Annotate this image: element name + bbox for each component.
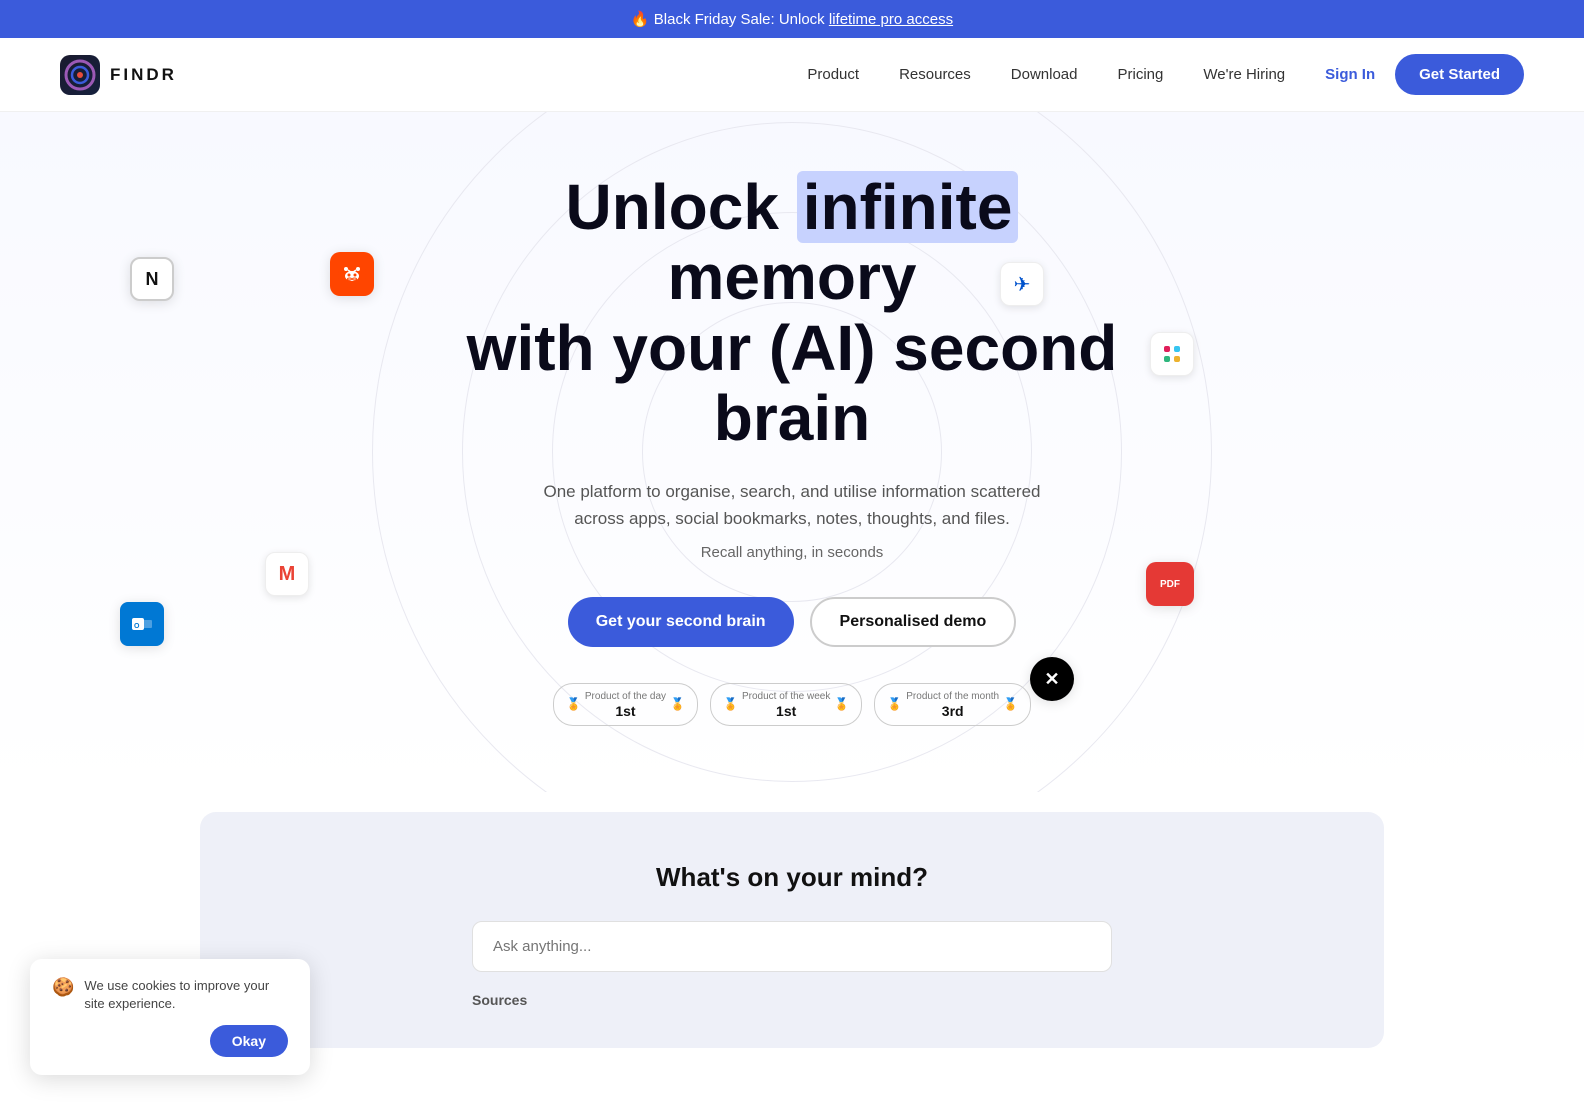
search-input[interactable] (472, 921, 1112, 972)
second-section: What's on your mind? Sources (200, 812, 1384, 1048)
award-month-rank: 3rd (906, 703, 999, 719)
award-week-rank: 1st (742, 703, 830, 719)
award-month-left-laurel: 🏅 (887, 697, 902, 711)
award-day-label: Product of the day (585, 690, 666, 703)
cookie-text-row: 🍪 We use cookies to improve your site ex… (52, 977, 288, 1013)
nav-item-resources[interactable]: Resources (899, 66, 971, 83)
nav-item-download[interactable]: Download (1011, 66, 1078, 83)
gmail-icon: M (265, 552, 309, 596)
banner-emoji: 🔥 (631, 11, 650, 28)
svg-text:O: O (134, 623, 140, 630)
award-week-label: Product of the week (742, 690, 830, 703)
hero-title-part1: Unlock (566, 171, 797, 243)
logo-text: FINDR (110, 65, 177, 85)
award-month-right-laurel: 🏅 (1003, 697, 1018, 711)
hero-title: Unlock infinite memory with your (AI) se… (442, 172, 1142, 454)
hero-section: N ✈ M O ✕ PDF Unlock infinite memory wit… (0, 112, 1584, 792)
hero-title-highlight: infinite (797, 171, 1019, 243)
cookie-text: We use cookies to improve your site expe… (84, 977, 288, 1013)
nav-actions: Sign In Get Started (1325, 54, 1524, 95)
award-month: 🏅 Product of the month 3rd 🏅 (874, 683, 1031, 726)
award-day: 🏅 Product of the day 1st 🏅 (553, 683, 698, 726)
cookie-emoji: 🍪 (52, 977, 74, 998)
logo[interactable]: FINDR (60, 55, 177, 95)
nav-links: Product Resources Download Pricing We're… (807, 66, 1285, 84)
sources-label: Sources (472, 992, 1112, 1008)
nav-item-product[interactable]: Product (807, 66, 859, 83)
outlook-icon: O (120, 602, 164, 646)
hero-content: Unlock infinite memory with your (AI) se… (442, 172, 1142, 726)
cookie-banner: 🍪 We use cookies to improve your site ex… (30, 959, 310, 1075)
cookie-okay-button[interactable]: Okay (210, 1025, 288, 1057)
nav-item-pricing[interactable]: Pricing (1118, 66, 1164, 83)
award-day-right-laurel: 🏅 (670, 697, 685, 711)
hero-subtitle: One platform to organise, search, and ut… (532, 478, 1052, 532)
award-week-right-laurel: 🏅 (834, 697, 849, 711)
notion-icon: N (130, 257, 174, 301)
award-month-label: Product of the month (906, 690, 999, 703)
logo-icon (60, 55, 100, 95)
sign-in-button[interactable]: Sign In (1325, 66, 1375, 83)
navbar: FINDR Product Resources Download Pricing… (0, 38, 1584, 112)
hero-title-line2: with your (AI) second brain (467, 312, 1118, 454)
slack-icon (1150, 332, 1194, 376)
banner-text: Black Friday Sale: Unlock (654, 11, 829, 28)
nav-item-hiring[interactable]: We're Hiring (1203, 66, 1285, 83)
hero-recall: Recall anything, in seconds (442, 544, 1142, 561)
award-day-rank: 1st (585, 703, 666, 719)
second-section-title: What's on your mind? (260, 862, 1324, 893)
award-week-left-laurel: 🏅 (723, 697, 738, 711)
award-day-left-laurel: 🏅 (566, 697, 581, 711)
reddit-icon (330, 252, 374, 296)
hero-buttons: Get your second brain Personalised demo (442, 597, 1142, 647)
banner-link[interactable]: lifetime pro access (829, 11, 953, 28)
get-started-button[interactable]: Get Started (1395, 54, 1524, 95)
award-week: 🏅 Product of the week 1st 🏅 (710, 683, 862, 726)
hero-title-part2: memory (668, 241, 917, 313)
top-banner: 🔥 Black Friday Sale: Unlock lifetime pro… (0, 0, 1584, 38)
pdf-icon: PDF (1146, 562, 1194, 606)
awards-row: 🏅 Product of the day 1st 🏅 🏅 Product of … (442, 683, 1142, 726)
personalised-demo-button[interactable]: Personalised demo (810, 597, 1017, 647)
get-second-brain-button[interactable]: Get your second brain (568, 597, 794, 647)
